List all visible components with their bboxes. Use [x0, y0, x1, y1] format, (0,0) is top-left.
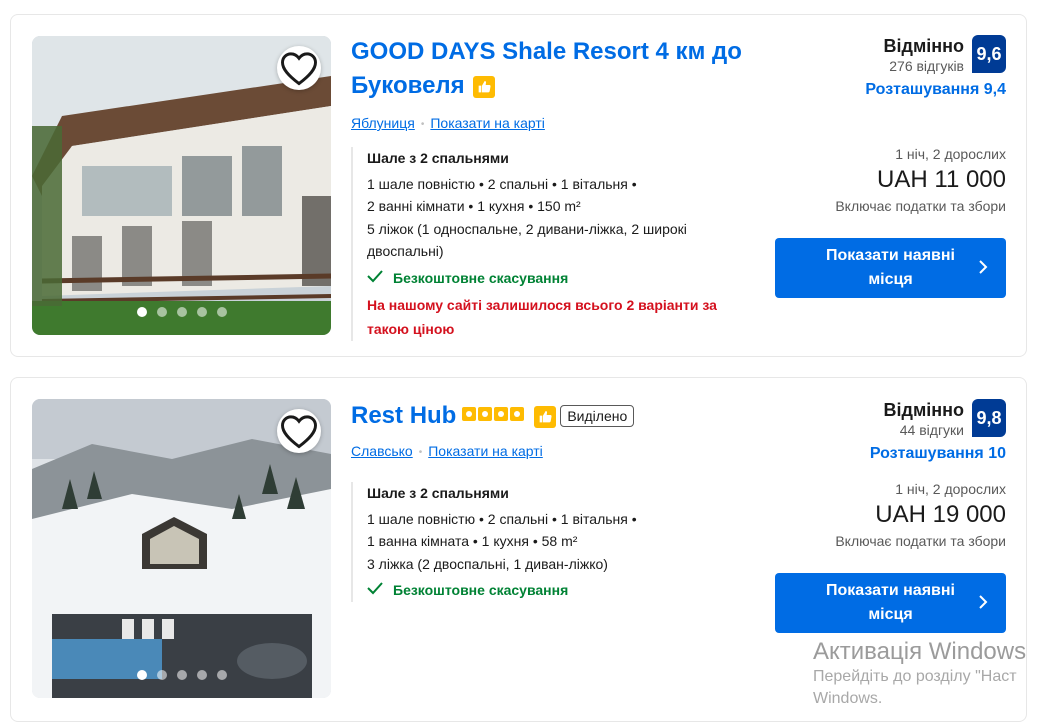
carousel-dot[interactable]	[156, 670, 167, 680]
unit-detail: 5 ліжок (1 односпальне, 2 дивани-ліжка, …	[367, 220, 687, 260]
favorite-button[interactable]	[277, 409, 321, 453]
review-block[interactable]: Відмінно 44 відгуки 9,8 Розташування 10	[870, 399, 1006, 463]
highlighted-badge: Виділено	[560, 404, 635, 427]
star-icon	[510, 407, 525, 422]
show-on-map-link[interactable]: Показати на карті	[430, 115, 545, 131]
see-availability-button[interactable]: Показати наявні місця	[775, 573, 1006, 633]
carousel-dot[interactable]	[216, 307, 227, 317]
unit-detail: 2 ванні кімнати • 1 кухня • 150 m²	[367, 198, 581, 215]
free-cancellation-label: Безкоштовне скасування	[393, 582, 569, 599]
price: UAH 19 000	[875, 501, 1006, 528]
star-icon	[478, 407, 493, 422]
location-score: Розташування 9,4	[865, 81, 1006, 98]
separator-dot: •	[418, 446, 423, 458]
property-card: GOOD DAYS Shale Resort 4 км до Буковеля …	[10, 14, 1027, 357]
property-card: Rest Hub Виділено Славсько • Показати на ка…	[10, 377, 1027, 722]
carousel-dot[interactable]	[196, 307, 207, 317]
unit-name: Шале з 2 спальнями	[367, 150, 509, 166]
unit-detail: 3 ліжка (2 двоспальні, 1 диван-ліжко)	[367, 555, 608, 572]
property-title[interactable]: GOOD DAYS Shale Resort 4 км до Буковеля	[351, 38, 742, 99]
location-line: Славсько • Показати на карті	[351, 443, 543, 459]
see-availability-button[interactable]: Показати наявні місця	[775, 238, 1006, 298]
photo-carousel-dots[interactable]	[32, 307, 331, 317]
price-block: 1 ніч, 2 дорослих UAH 19 000 Включає под…	[835, 481, 1006, 549]
separator-dot: •	[420, 118, 425, 130]
location-line: Яблуниця • Показати на карті	[351, 115, 545, 131]
carousel-dot[interactable]	[196, 670, 207, 680]
star-icon	[462, 407, 477, 422]
property-photo[interactable]	[32, 399, 331, 698]
taxes-note: Включає податки та збори	[835, 533, 1006, 549]
check-icon	[367, 579, 383, 602]
show-on-map-link[interactable]: Показати на карті	[428, 443, 543, 459]
location-link[interactable]: Славсько	[351, 443, 413, 459]
free-cancellation: Безкоштовне скасування	[367, 267, 747, 290]
heart-icon	[281, 415, 317, 449]
occupancy-info: 1 ніч, 2 дорослих	[895, 146, 1006, 162]
property-photo[interactable]	[32, 36, 331, 335]
rating-word: Відмінно	[883, 400, 964, 420]
occupancy-info: 1 ніч, 2 дорослих	[895, 481, 1006, 497]
chevron-right-icon	[978, 594, 988, 618]
free-cancellation-label: Безкоштовне скасування	[393, 269, 569, 286]
carousel-dot[interactable]	[136, 307, 147, 317]
unit-detail: 1 шале повністю • 2 спальні • 1 вітальня…	[367, 510, 637, 527]
recommended-unit: Шале з 2 спальнями 1 шале повністю • 2 с…	[351, 147, 747, 341]
review-block[interactable]: Відмінно 276 відгуків 9,6 Розташування 9…	[865, 35, 1006, 99]
photo-carousel-dots[interactable]	[32, 670, 331, 680]
property-title[interactable]: Rest Hub	[351, 402, 456, 429]
review-count: 276 відгуків	[889, 58, 964, 74]
thumbs-up-icon	[472, 75, 495, 98]
carousel-dot[interactable]	[156, 307, 167, 317]
heart-icon	[281, 52, 317, 86]
price-block: 1 ніч, 2 дорослих UAH 11 000 Включає под…	[835, 146, 1006, 214]
availability-warning: На нашому сайті залишилося всього 2 варі…	[367, 296, 717, 337]
location-score: Розташування 10	[869, 445, 1006, 462]
carousel-dot[interactable]	[136, 670, 147, 680]
taxes-note: Включає податки та збори	[835, 198, 1006, 214]
star-icon	[494, 407, 509, 422]
chevron-right-icon	[978, 259, 988, 283]
free-cancellation: Безкоштовне скасування	[367, 579, 747, 602]
see-availability-label: Показати наявні місця	[826, 247, 955, 288]
see-availability-label: Показати наявні місця	[826, 582, 955, 623]
location-link[interactable]: Яблуниця	[351, 115, 415, 131]
unit-name: Шале з 2 спальнями	[367, 485, 509, 501]
carousel-dot[interactable]	[216, 670, 227, 680]
carousel-dot[interactable]	[176, 307, 187, 317]
price: UAH 11 000	[877, 166, 1006, 193]
thumbs-up-icon	[534, 405, 557, 428]
review-count: 44 відгуки	[899, 422, 964, 438]
review-score-badge: 9,6	[972, 35, 1006, 73]
recommended-unit: Шале з 2 спальнями 1 шале повністю • 2 с…	[351, 482, 747, 602]
unit-detail: 1 шале повністю • 2 спальні • 1 вітальня…	[367, 175, 637, 192]
favorite-button[interactable]	[277, 46, 321, 90]
review-score-badge: 9,8	[972, 399, 1006, 437]
carousel-dot[interactable]	[176, 670, 187, 680]
check-icon	[367, 267, 383, 290]
unit-detail: 1 ванна кімната • 1 кухня • 58 m²	[367, 533, 578, 550]
star-rating	[462, 407, 526, 426]
rating-word: Відмінно	[883, 36, 964, 56]
